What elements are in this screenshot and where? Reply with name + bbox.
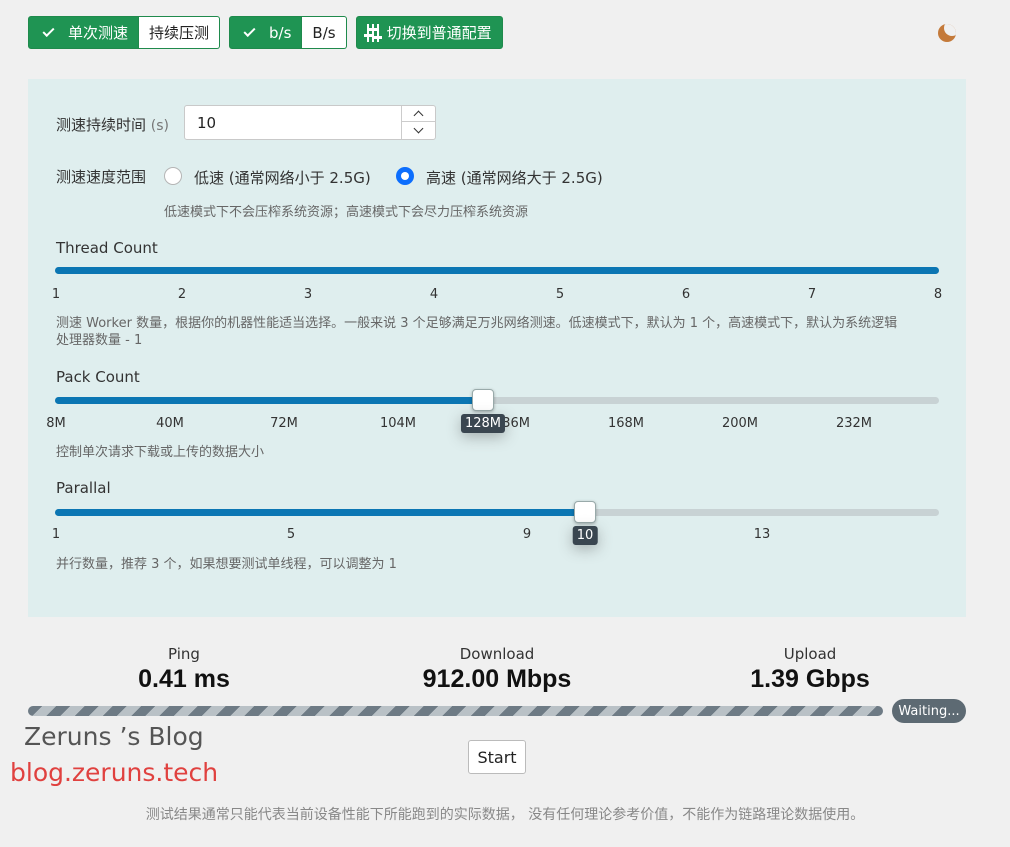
upload-label: Upload <box>783 645 837 663</box>
slider-tick: 168M <box>607 416 645 431</box>
parallel-help: 并行数量，推荐 3 个，如果想要测试单线程，可以调整为 1 <box>56 557 397 572</box>
thread-count-label: Thread Count <box>56 239 158 257</box>
pack-count-slider[interactable] <box>55 397 939 404</box>
watermark-title: Zeruns ’s Blog <box>24 722 204 751</box>
chevron-down-icon <box>413 123 424 133</box>
download-label: Download <box>459 645 535 663</box>
progress-bar <box>28 706 883 716</box>
mode-sustained-label: 持续压测 <box>149 24 210 42</box>
pack-count-tooltip: 128M <box>460 414 506 433</box>
mode-single-label: 单次测速 <box>68 24 129 42</box>
moon-icon[interactable] <box>938 24 956 42</box>
mode-sustained-button[interactable]: 持续压测 <box>139 16 221 49</box>
range-high-radio[interactable] <box>396 167 414 185</box>
stepper-up-button[interactable] <box>402 106 435 122</box>
slider-tick: 5 <box>286 527 296 542</box>
slider-tick: 200M <box>721 416 759 431</box>
range-low-radio[interactable] <box>164 167 182 185</box>
stepper-down-button[interactable] <box>402 122 435 138</box>
duration-label: 测速持续时间 (s) <box>56 114 169 135</box>
upload-stat: Upload 1.39 Gbps <box>750 645 870 694</box>
parallel-thumb[interactable] <box>574 501 596 523</box>
thread-count-help: 测速 Worker 数量，根据你的机器性能适当选择。一般来说 3 个足够满足万兆… <box>56 315 946 349</box>
slider-tick: 9 <box>522 527 532 542</box>
unit-toggle-group: b/s B/s <box>229 16 347 49</box>
parallel-fill <box>55 509 586 516</box>
status-badge: Waiting... <box>892 699 966 723</box>
ping-value: 0.41 ms <box>138 665 230 693</box>
duration-input[interactable]: 10 <box>184 105 436 140</box>
unit-bits-label: b/s <box>269 23 292 42</box>
duration-value: 10 <box>197 114 217 132</box>
pack-count-fill <box>55 397 485 404</box>
slider-tick: 13 <box>753 527 771 542</box>
chevron-up-icon <box>413 110 424 121</box>
sliders-icon <box>363 23 382 42</box>
parallel-tooltip: 10 <box>572 526 598 545</box>
switch-config-button[interactable]: 切换到普通配置 <box>355 16 503 49</box>
check-icon <box>42 24 55 38</box>
check-icon <box>243 24 256 38</box>
mode-single-button[interactable]: 单次测速 <box>28 16 140 49</box>
thread-count-slider[interactable] <box>55 267 939 274</box>
slider-tick: 6 <box>681 287 691 302</box>
range-low-label[interactable]: 低速 (通常网络小于 2.5G) <box>194 167 371 188</box>
slider-tick: 8M <box>46 416 66 431</box>
pack-count-label: Pack Count <box>56 368 140 386</box>
slider-tick: 104M <box>379 416 417 431</box>
thread-help-line2: 处理器数量 - 1 <box>56 333 143 348</box>
slider-tick: 2 <box>177 287 187 302</box>
settings-panel: 测速持续时间 (s) 10 测速速度范围 低速 (通常网络小于 2.5G) 高速… <box>28 79 966 617</box>
unit-bits-button[interactable]: b/s <box>229 16 303 49</box>
slider-tick: 232M <box>835 416 873 431</box>
slider-tick: 40M <box>156 416 184 431</box>
slider-tick: 1 <box>51 527 61 542</box>
pack-count-help: 控制单次请求下载或上传的数据大小 <box>56 445 265 460</box>
watermark-url: blog.zeruns.tech <box>10 758 219 787</box>
footer-disclaimer: 测试结果通常只能代表当前设备性能下所能跑到的实际数据， 没有任何理论参考价值，不… <box>145 807 865 823</box>
slider-tick: 3 <box>303 287 313 302</box>
switch-config-label: 切换到普通配置 <box>386 24 492 42</box>
slider-tick: 5 <box>555 287 565 302</box>
start-button[interactable]: Start <box>468 740 526 774</box>
thread-count-fill <box>55 267 939 274</box>
parallel-slider[interactable] <box>55 509 939 516</box>
toolbar: 单次测速 持续压测 b/s B/s 切换到普通配置 <box>28 16 503 50</box>
duration-unit: (s) <box>150 118 170 134</box>
download-value: 912.00 Mbps <box>422 665 572 693</box>
range-high-label[interactable]: 高速 (通常网络大于 2.5G) <box>426 167 603 188</box>
range-label: 测速速度范围 <box>56 168 147 186</box>
range-help: 低速模式下不会压榨系统资源；高速模式下会尽力压榨系统资源 <box>164 205 529 220</box>
unit-bytes-label: B/s <box>312 23 336 42</box>
unit-bytes-button[interactable]: B/s <box>302 16 347 49</box>
slider-tick: 1 <box>51 287 61 302</box>
duration-stepper[interactable] <box>401 106 435 139</box>
thread-help-line1: 测速 Worker 数量，根据你的机器性能适当选择。一般来说 3 个足够满足万兆… <box>56 316 898 331</box>
slider-tick: 8 <box>933 287 943 302</box>
duration-label-text: 测速持续时间 <box>56 116 147 134</box>
slider-tick: 72M <box>270 416 298 431</box>
ping-label: Ping <box>168 645 200 663</box>
download-stat: Download 912.00 Mbps <box>423 645 572 694</box>
mode-toggle-group: 单次测速 持续压测 <box>28 16 221 49</box>
slider-tick: 4 <box>429 287 439 302</box>
parallel-label: Parallal <box>56 479 111 497</box>
upload-value: 1.39 Gbps <box>750 665 870 693</box>
pack-count-thumb[interactable] <box>472 389 494 411</box>
ping-stat: Ping 0.41 ms <box>138 645 230 694</box>
slider-tick: 7 <box>807 287 817 302</box>
